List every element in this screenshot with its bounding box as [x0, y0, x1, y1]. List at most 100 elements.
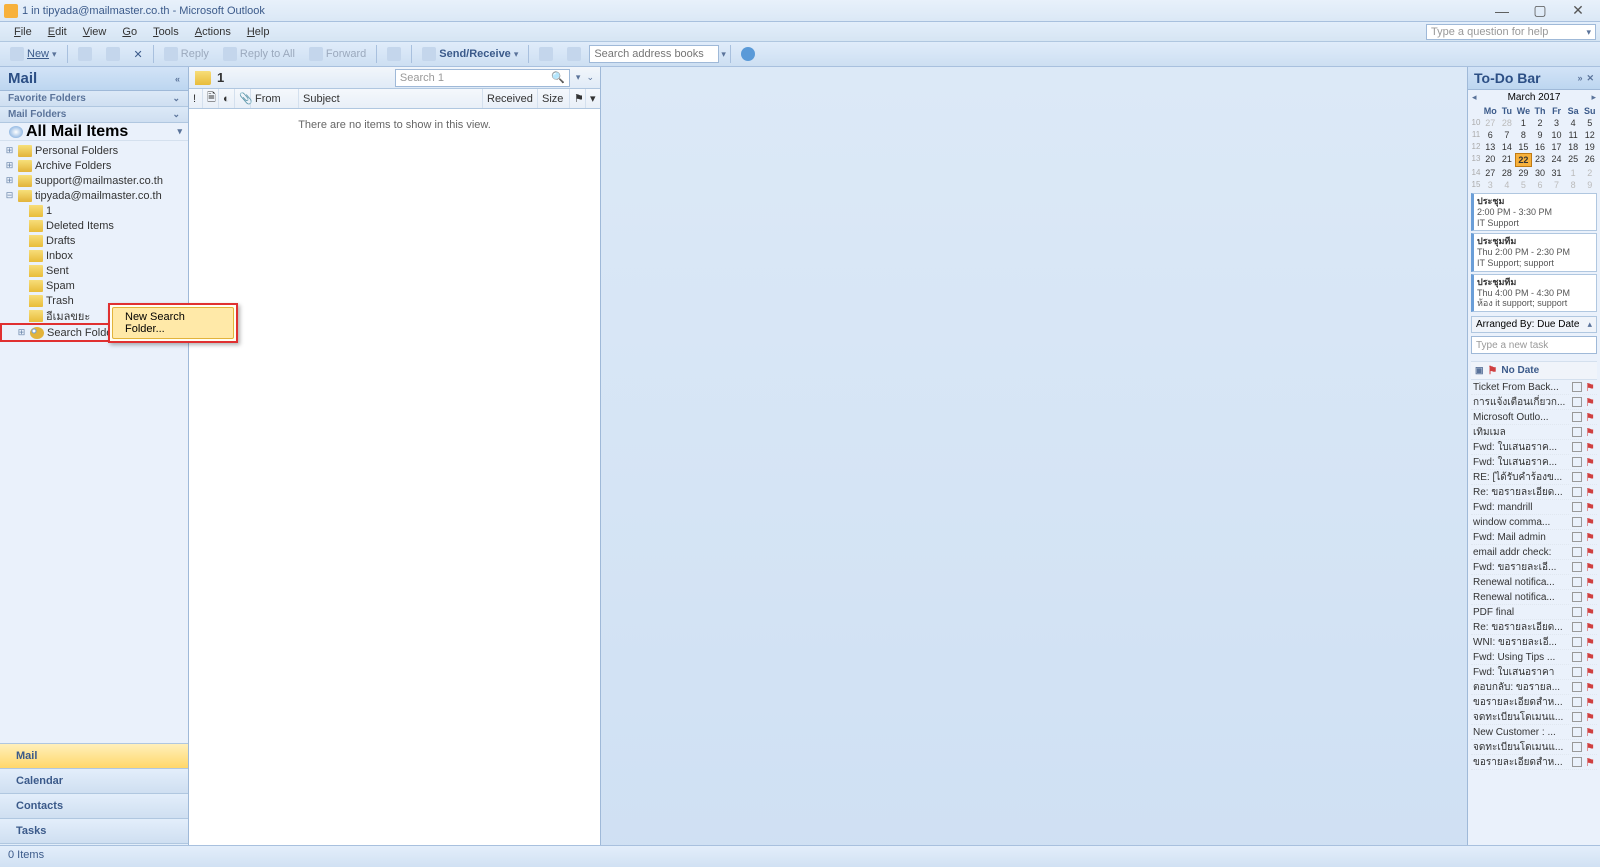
- new-search-folder-menu-item[interactable]: New Search Folder...: [112, 307, 234, 339]
- task-item[interactable]: Fwd: Using Tips ...⚑: [1471, 650, 1597, 665]
- reply-button[interactable]: Reply: [158, 45, 215, 63]
- task-item[interactable]: window comma...⚑: [1471, 515, 1597, 530]
- task-item[interactable]: การแจ้งเตือนเกี่ยวก...⚑: [1471, 395, 1597, 410]
- task-item[interactable]: WNI: ขอรายละเอี...⚑: [1471, 635, 1597, 650]
- send-receive-button[interactable]: Send/Receive ▾: [416, 45, 524, 63]
- col-attachment[interactable]: 📎: [235, 89, 251, 108]
- col-subject[interactable]: Subject: [299, 89, 483, 108]
- task-checkbox[interactable]: [1572, 397, 1582, 407]
- calendar-day[interactable]: 2: [1581, 167, 1598, 179]
- calendar-day[interactable]: 18: [1565, 141, 1582, 153]
- calendar-day[interactable]: 1: [1565, 167, 1582, 179]
- task-checkbox[interactable]: [1572, 502, 1582, 512]
- flag-icon[interactable]: ⚑: [1585, 711, 1595, 724]
- task-checkbox[interactable]: [1572, 577, 1582, 587]
- appointment-item[interactable]: ประชุมทีมThu 2:00 PM - 2:30 PMIT Support…: [1471, 233, 1597, 271]
- folder-item[interactable]: Deleted Items: [0, 218, 188, 233]
- calendar-day[interactable]: 3: [1548, 117, 1565, 129]
- calendar-day[interactable]: 28: [1499, 117, 1516, 129]
- reply-all-button[interactable]: Reply to All: [217, 45, 301, 63]
- task-checkbox[interactable]: [1572, 442, 1582, 452]
- folder-root[interactable]: ⊞Archive Folders: [0, 158, 188, 173]
- task-checkbox[interactable]: [1572, 472, 1582, 482]
- task-checkbox[interactable]: [1572, 487, 1582, 497]
- menu-actions[interactable]: Actions: [187, 24, 239, 40]
- new-button[interactable]: New ▾: [4, 45, 63, 63]
- prev-month-icon[interactable]: ◂: [1472, 92, 1477, 103]
- calendar-day[interactable]: 6: [1482, 129, 1499, 141]
- task-item[interactable]: ขอรายละเอียดสำห...⚑: [1471, 755, 1597, 770]
- task-checkbox[interactable]: [1572, 652, 1582, 662]
- flag-icon[interactable]: ⚑: [1585, 621, 1595, 634]
- folder-root[interactable]: ⊞Personal Folders: [0, 143, 188, 158]
- appointment-item[interactable]: ประชุมทีมThu 4:00 PM - 4:30 PMห้อง it su…: [1471, 274, 1597, 312]
- calendar-day[interactable]: 12: [1581, 129, 1598, 141]
- expand-search-icon[interactable]: ⌄: [586, 72, 594, 83]
- task-item[interactable]: Ticket From Back...⚑: [1471, 380, 1597, 395]
- flag-icon[interactable]: ⚑: [1585, 561, 1595, 574]
- calendar-day[interactable]: 5: [1515, 179, 1532, 191]
- calendar-day[interactable]: 7: [1548, 179, 1565, 191]
- task-checkbox[interactable]: [1572, 742, 1582, 752]
- calendar-day[interactable]: 23: [1532, 153, 1549, 167]
- flag-icon[interactable]: ⚑: [1585, 531, 1595, 544]
- calendar-day[interactable]: 3: [1482, 179, 1499, 191]
- col-icon[interactable]: ◐: [219, 89, 235, 108]
- minimize-button[interactable]: —: [1490, 3, 1514, 19]
- calendar-day[interactable]: 29: [1515, 167, 1532, 179]
- flag-icon[interactable]: ⚑: [1585, 516, 1595, 529]
- flag-icon[interactable]: ⚑: [1585, 741, 1595, 754]
- menu-view[interactable]: View: [75, 24, 115, 40]
- task-checkbox[interactable]: [1572, 667, 1582, 677]
- task-checkbox[interactable]: [1572, 697, 1582, 707]
- help-button[interactable]: [735, 45, 761, 63]
- flag-icon[interactable]: ⚑: [1585, 381, 1595, 394]
- task-item[interactable]: ตอบกลับ: ขอรายล...⚑: [1471, 680, 1597, 695]
- menu-file[interactable]: File: [6, 24, 40, 40]
- flag-icon[interactable]: ⚑: [1585, 651, 1595, 664]
- folder-item[interactable]: Inbox: [0, 248, 188, 263]
- close-todo-icon[interactable]: ✕: [1586, 73, 1594, 84]
- flag-icon[interactable]: ⚑: [1585, 681, 1595, 694]
- delete-button[interactable]: ✕: [128, 46, 149, 63]
- find-contact-button[interactable]: [533, 45, 559, 63]
- calendar-day[interactable]: 30: [1532, 167, 1549, 179]
- task-checkbox[interactable]: [1572, 517, 1582, 527]
- task-checkbox[interactable]: [1572, 637, 1582, 647]
- flag-icon[interactable]: ⚑: [1585, 456, 1595, 469]
- nav-mail-button[interactable]: Mail: [0, 743, 188, 768]
- new-task-input[interactable]: Type a new task: [1471, 336, 1597, 354]
- chevron-down-icon[interactable]: ▾: [721, 49, 726, 60]
- task-item[interactable]: Fwd: Mail admin⚑: [1471, 530, 1597, 545]
- calendar-day[interactable]: 14: [1499, 141, 1516, 153]
- task-checkbox[interactable]: [1572, 727, 1582, 737]
- menu-go[interactable]: Go: [114, 24, 145, 40]
- menu-help[interactable]: Help: [239, 24, 278, 40]
- flag-icon[interactable]: ⚑: [1585, 486, 1595, 499]
- favorite-folders-header[interactable]: Favorite Folders ⌄: [0, 91, 188, 107]
- task-item[interactable]: Fwd: ใบเสนอราค...⚑: [1471, 440, 1597, 455]
- task-item[interactable]: Fwd: ขอรายละเอี...⚑: [1471, 560, 1597, 575]
- chevron-down-icon[interactable]: ▾: [576, 72, 581, 83]
- col-category[interactable]: ▾: [586, 89, 600, 108]
- task-item[interactable]: email addr check:⚑: [1471, 545, 1597, 560]
- forward-button[interactable]: Forward: [303, 45, 372, 63]
- calendar-day[interactable]: 15: [1515, 141, 1532, 153]
- nav-tasks-button[interactable]: Tasks: [0, 818, 188, 843]
- calendar-day[interactable]: 21: [1499, 153, 1516, 167]
- flag-icon[interactable]: ⚑: [1585, 501, 1595, 514]
- calendar-day[interactable]: 13: [1482, 141, 1499, 153]
- col-size[interactable]: Size: [538, 89, 570, 108]
- task-item[interactable]: New Customer : ...⚑: [1471, 725, 1597, 740]
- all-mail-items[interactable]: All Mail Items ▾: [0, 123, 188, 141]
- task-item[interactable]: RE: [ได้รับคำร้องข...⚑: [1471, 470, 1597, 485]
- flag-icon[interactable]: ⚑: [1585, 576, 1595, 589]
- calendar-day[interactable]: 9: [1581, 179, 1598, 191]
- folder-root[interactable]: ⊟tipyada@mailmaster.co.th: [0, 188, 188, 203]
- calendar-day[interactable]: 31: [1548, 167, 1565, 179]
- col-from[interactable]: From: [251, 89, 299, 108]
- task-item[interactable]: Renewal notifica...⚑: [1471, 590, 1597, 605]
- task-item[interactable]: Microsoft Outlo...⚑: [1471, 410, 1597, 425]
- task-item[interactable]: Re: ขอรายละเอียด...⚑: [1471, 485, 1597, 500]
- folder-item[interactable]: Spam: [0, 278, 188, 293]
